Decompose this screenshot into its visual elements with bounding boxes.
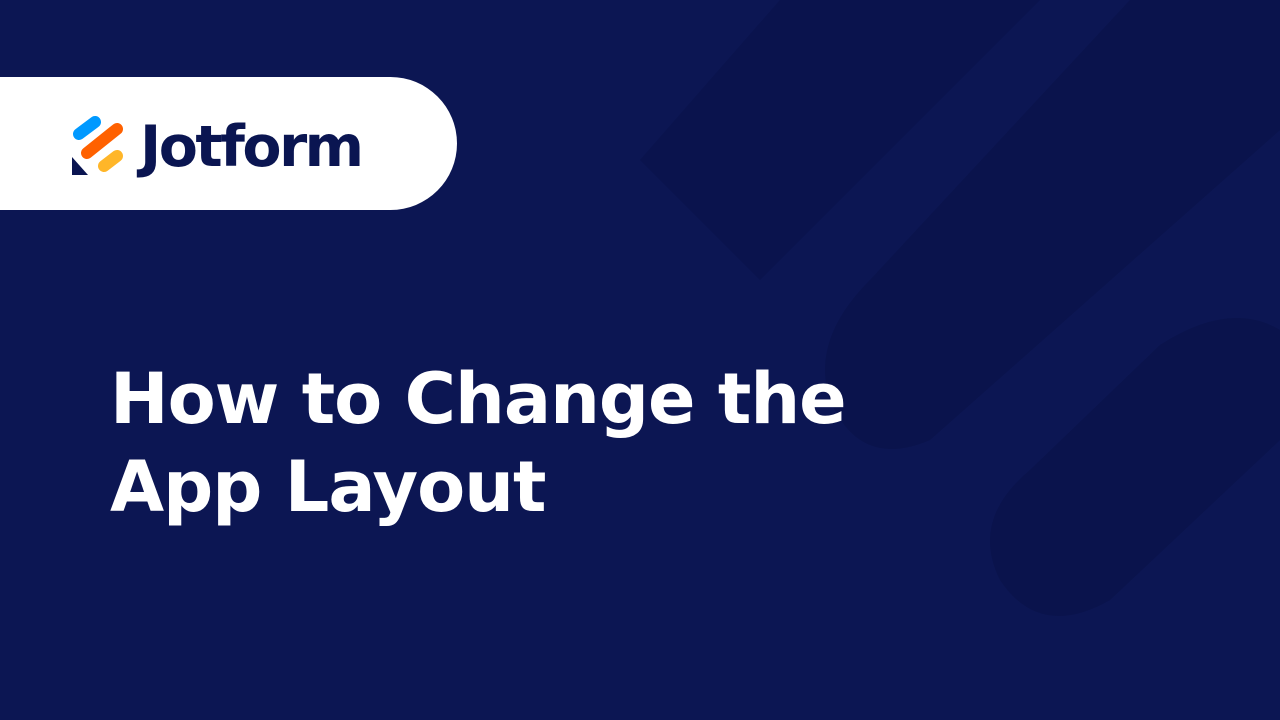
- title-line-2: App Layout: [110, 446, 546, 528]
- logo-wordmark: Jotform: [140, 114, 364, 180]
- logo-mark-yellow-stroke: [98, 150, 123, 172]
- logo-mark-orange-stroke: [81, 123, 123, 159]
- title-line-1: How to Change the: [110, 358, 847, 440]
- page-title: How to Change the App Layout: [110, 355, 1110, 531]
- logo-mark-navy-corner: [72, 157, 88, 175]
- video-thumbnail: { "colors": { "background": "#0c1653", "…: [0, 0, 1280, 720]
- jotform-logo-icon: [72, 116, 123, 175]
- logo-mark-blue-stroke: [73, 116, 101, 140]
